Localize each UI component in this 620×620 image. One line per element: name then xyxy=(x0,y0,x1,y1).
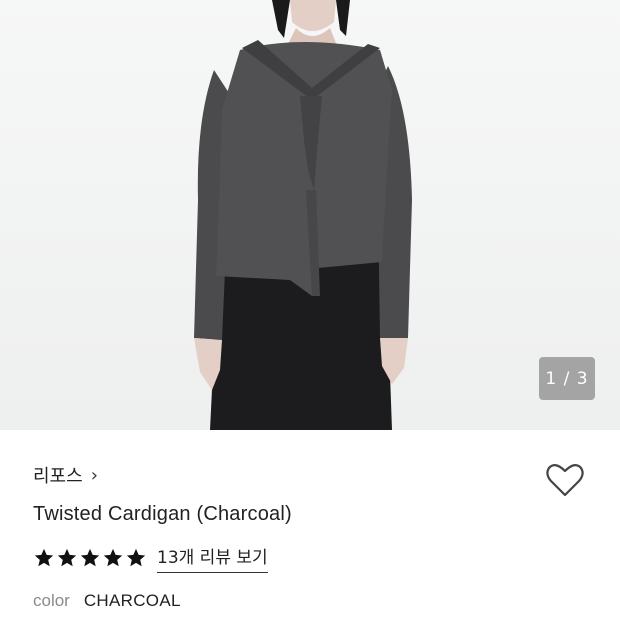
star-filled-icon xyxy=(57,548,77,567)
brand-name: 리포스 xyxy=(33,466,83,487)
color-value: CHARCOAL xyxy=(83,591,181,610)
star-filled-icon xyxy=(126,548,146,567)
product-image-gallery[interactable]: 1 / 3 xyxy=(0,0,620,430)
brand-link[interactable]: 리포스 › xyxy=(33,462,98,488)
star-filled-icon xyxy=(103,548,123,567)
color-label: color xyxy=(33,591,70,610)
star-filled-icon xyxy=(34,548,54,567)
star-rating xyxy=(33,547,147,569)
image-counter: 1 / 3 xyxy=(539,357,595,400)
star-filled-icon xyxy=(80,548,100,567)
color-row: color CHARCOAL xyxy=(33,591,181,611)
chevron-right-icon: › xyxy=(90,464,98,486)
product-photo xyxy=(194,0,412,430)
product-title: Twisted Cardigan (Charcoal) xyxy=(33,503,292,525)
heart-outline-icon[interactable] xyxy=(545,462,585,498)
rating-row: 13개 리뷰 보기 xyxy=(33,543,268,573)
view-reviews-link[interactable]: 13개 리뷰 보기 xyxy=(157,543,268,573)
